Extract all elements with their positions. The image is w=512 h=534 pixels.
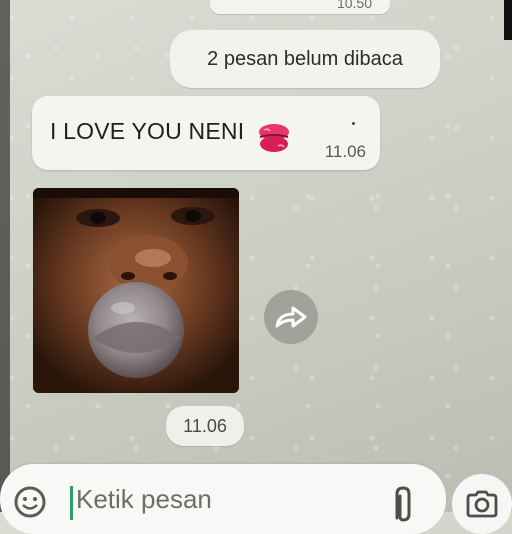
image-message[interactable] [33, 188, 239, 393]
image-time-label: 11.06 [183, 415, 227, 436]
unread-messages-banner: 2 pesan belum dibaca [170, 30, 440, 88]
previous-message-bubble[interactable]: 10.50 [210, 0, 390, 14]
text-cursor [70, 486, 73, 520]
previous-message-time: 10.50 [336, 0, 372, 11]
forward-icon [275, 306, 307, 328]
screen-edge-top-right [504, 0, 512, 40]
message-text: I LOVE YOU NENI [50, 118, 245, 144]
message-input[interactable] [76, 484, 356, 515]
wallpaper-speck [352, 122, 355, 125]
face-photo [33, 188, 239, 393]
camera-button[interactable] [452, 474, 512, 534]
image-message-time: 11.06 [166, 406, 244, 446]
forward-button[interactable] [264, 290, 318, 344]
screen-edge [0, 0, 10, 512]
message-bubble-text[interactable]: I LOVE YOU NENI 11.06 [32, 96, 380, 170]
paperclip-icon[interactable] [388, 484, 418, 524]
message-composer [0, 464, 446, 534]
unread-banner-label: 2 pesan belum dibaca [207, 47, 403, 70]
kiss-mark-icon [259, 124, 289, 152]
message-time: 11.06 [324, 142, 366, 161]
emoji-icon[interactable] [12, 484, 48, 520]
camera-icon [466, 490, 498, 518]
